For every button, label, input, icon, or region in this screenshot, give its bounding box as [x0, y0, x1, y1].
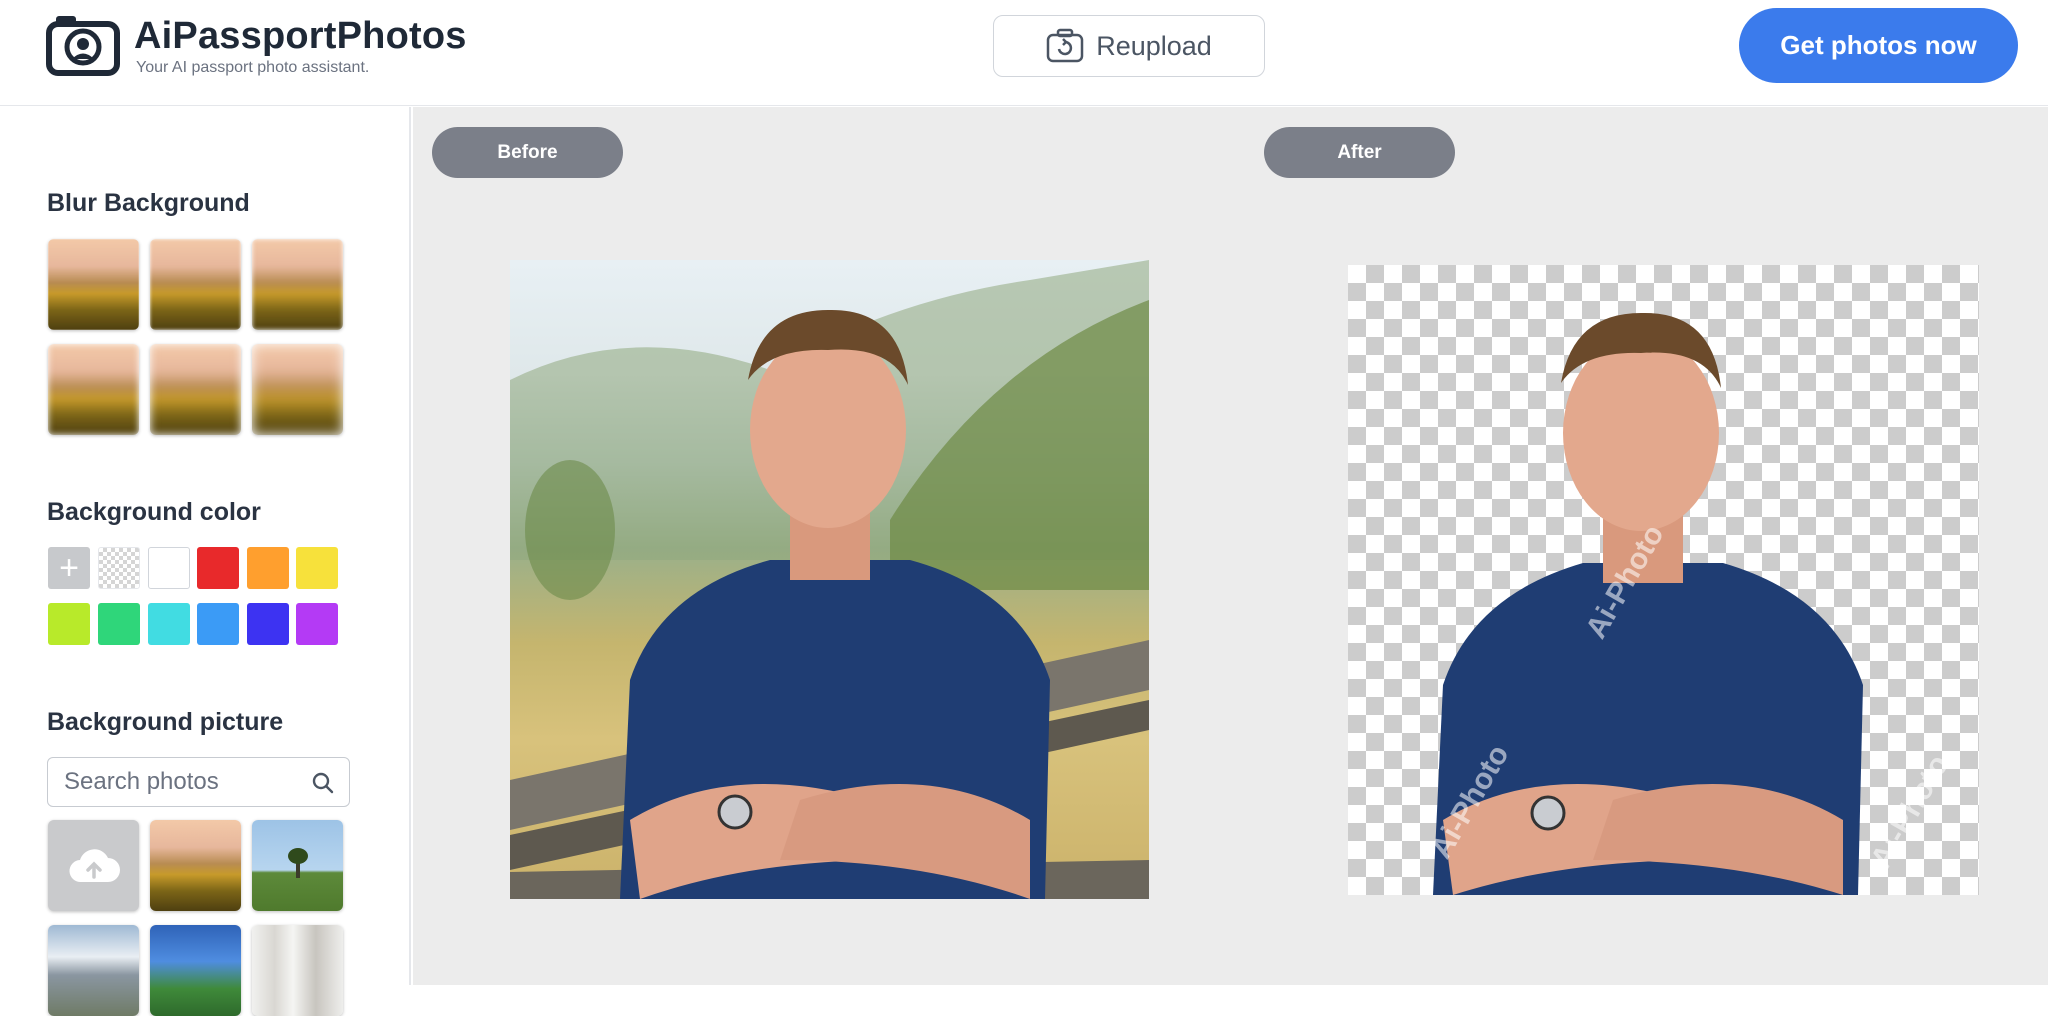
background-picture-title: Background picture [47, 708, 284, 736]
blur-option-4[interactable] [48, 344, 139, 435]
color-swatch-cyan[interactable] [148, 603, 190, 645]
blur-background-title: Blur Background [47, 189, 250, 217]
picture-option-mountain[interactable] [48, 925, 139, 1016]
picture-option-sunset[interactable] [150, 820, 241, 911]
search-photos-input[interactable] [64, 768, 304, 796]
before-label: Before [432, 127, 623, 178]
sidebar: Blur Background Background color + Backg… [0, 107, 411, 1016]
before-photo [510, 260, 1149, 899]
camera-refresh-icon [1046, 28, 1084, 63]
reupload-label: Reupload [1096, 30, 1212, 61]
blur-option-2[interactable] [150, 239, 241, 330]
reupload-button[interactable]: Reupload [993, 15, 1265, 77]
color-swatch-white[interactable] [148, 547, 190, 589]
background-color-title: Background color [47, 498, 261, 526]
search-photos-field[interactable] [47, 757, 350, 807]
top-bar: AiPassportPhotos Your AI passport photo … [0, 0, 2048, 106]
color-swatch-purple[interactable] [296, 603, 338, 645]
blur-option-5[interactable] [150, 344, 241, 435]
color-swatch-lime[interactable] [48, 603, 90, 645]
picture-option-tree-field[interactable] [252, 820, 343, 911]
search-icon[interactable] [311, 771, 335, 795]
upload-picture-button[interactable] [48, 820, 139, 911]
color-swatch-orange[interactable] [247, 547, 289, 589]
preview-area: Before After Ai-Photo Ai-Photo Ai-Photo [413, 107, 2048, 985]
picture-option-interior[interactable] [252, 925, 343, 1016]
after-label: After [1264, 127, 1455, 178]
color-swatch-indigo[interactable] [247, 603, 289, 645]
get-photos-button[interactable]: Get photos now [1739, 8, 2018, 83]
color-swatch-red[interactable] [197, 547, 239, 589]
brand-name: AiPassportPhotos [134, 15, 467, 57]
brand: AiPassportPhotos Your AI passport photo … [134, 14, 467, 78]
picture-option-valley[interactable] [150, 925, 241, 1016]
blur-option-6[interactable] [252, 344, 343, 435]
camera-logo-icon [46, 16, 120, 76]
add-color-button[interactable]: + [48, 547, 90, 589]
cloud-upload-icon [68, 848, 120, 882]
brand-tagline: Your AI passport photo assistant. [136, 59, 370, 76]
color-swatch-yellow[interactable] [296, 547, 338, 589]
color-swatch-transparent[interactable] [98, 547, 140, 589]
color-swatch-blue[interactable] [197, 603, 239, 645]
color-swatch-green[interactable] [98, 603, 140, 645]
after-photo: Ai-Photo Ai-Photo Ai-Photo [1348, 265, 1979, 895]
blur-option-3[interactable] [252, 239, 343, 330]
blur-option-1[interactable] [48, 239, 139, 330]
